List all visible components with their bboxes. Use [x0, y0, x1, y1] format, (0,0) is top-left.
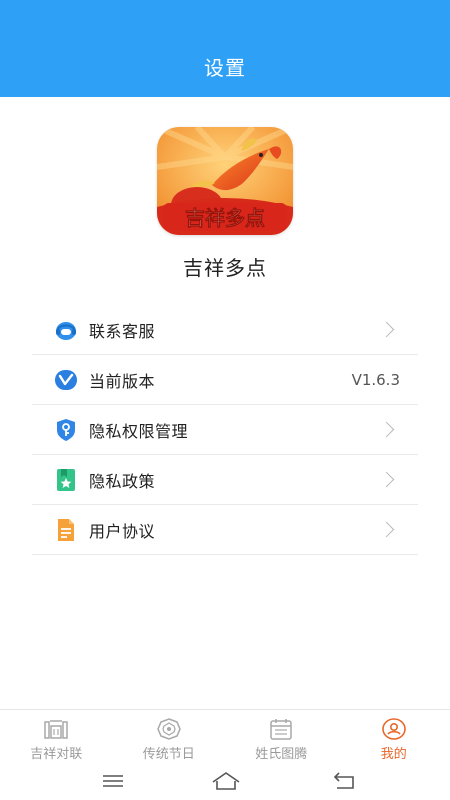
document-icon [54, 518, 78, 542]
settings-menu: 联系客服 当前版本 V1.6.3 隐私权限管理 隐私政策 用户协议 [32, 305, 418, 555]
home-icon[interactable] [211, 770, 241, 792]
menu-icon[interactable] [100, 770, 126, 792]
menu-item-user-agreement[interactable]: 用户协议 [32, 505, 418, 555]
bookmark-star-icon [54, 468, 78, 492]
chevron-right-icon [378, 471, 395, 488]
app-logo: 吉祥多点 [157, 127, 293, 235]
chevron-right-icon [378, 521, 395, 538]
menu-item-label: 隐私政策 [89, 471, 156, 491]
menu-item-label: 联系客服 [89, 321, 156, 341]
menu-item-current-version[interactable]: 当前版本 V1.6.3 [32, 355, 418, 405]
back-icon[interactable] [331, 770, 357, 792]
tab-surname-totems[interactable]: 姓氏图腾 [225, 710, 338, 765]
app-name: 吉祥多点 [183, 256, 267, 280]
festival-emblem-icon [156, 718, 181, 740]
tab-festivals[interactable]: 传统节日 [113, 710, 226, 765]
version-icon [54, 368, 78, 392]
tab-label: 传统节日 [142, 747, 195, 762]
app-logo-text: 吉祥多点 [185, 206, 265, 230]
page-title: 设置 [204, 56, 246, 80]
system-navigation-bar [0, 764, 450, 800]
chevron-right-icon [378, 421, 395, 438]
tab-label: 吉祥对联 [30, 747, 83, 762]
menu-item-privacy-policy[interactable]: 隐私政策 [32, 455, 418, 505]
tab-label: 姓氏图腾 [255, 747, 308, 762]
menu-item-label: 当前版本 [89, 371, 156, 391]
couplet-gate-icon [44, 720, 68, 739]
tab-couplets[interactable]: 吉祥对联 [0, 710, 113, 765]
tab-mine[interactable]: 我的 [338, 710, 450, 765]
menu-item-contact-support[interactable]: 联系客服 [32, 305, 418, 355]
bottom-tab-bar: 吉祥对联 传统节日 姓氏图腾 我的 [0, 709, 450, 765]
calendar-icon [270, 719, 292, 740]
menu-item-privacy-permissions[interactable]: 隐私权限管理 [32, 405, 418, 455]
shield-key-icon [54, 418, 78, 442]
menu-item-label: 隐私权限管理 [89, 421, 189, 441]
tab-label: 我的 [380, 747, 407, 762]
headset-icon [54, 318, 78, 342]
version-value: V1.6.3 [351, 370, 400, 389]
header-bar: 设置 [0, 0, 450, 97]
profile-icon [381, 718, 406, 740]
menu-item-label: 用户协议 [89, 521, 156, 541]
chevron-right-icon [378, 321, 395, 338]
